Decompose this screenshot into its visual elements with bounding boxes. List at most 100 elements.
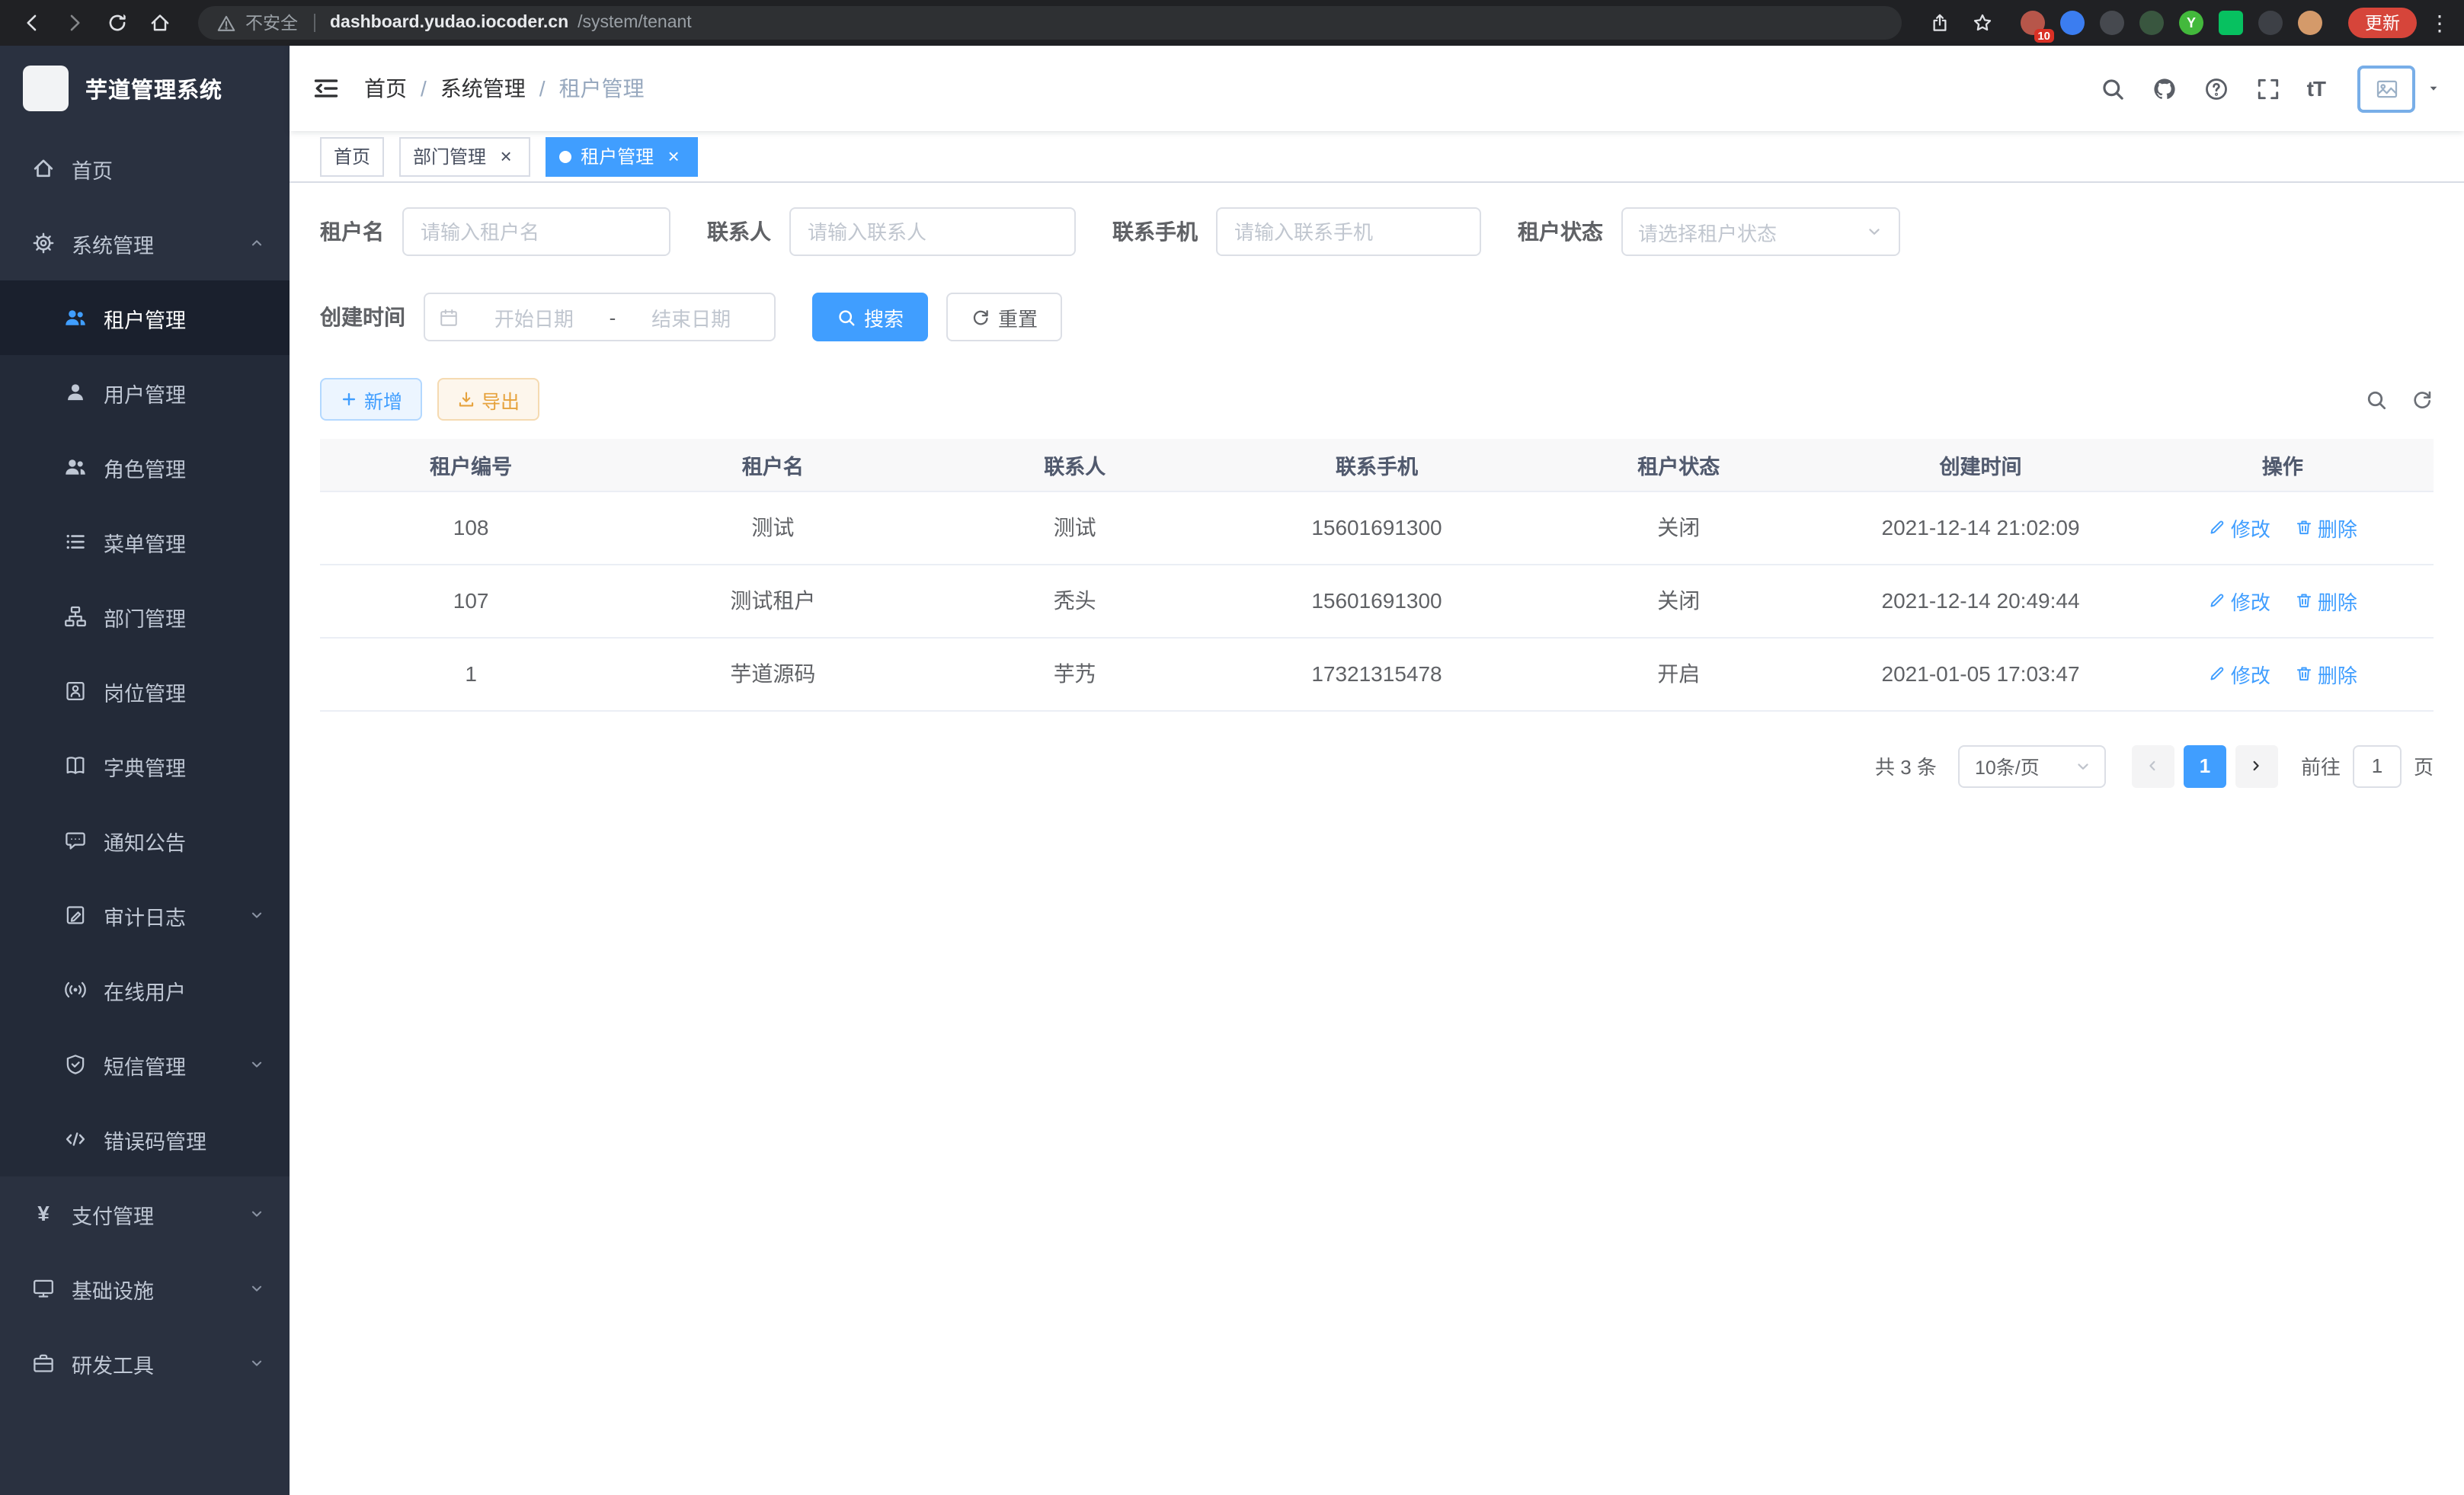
breadcrumb-item[interactable]: 首页 bbox=[364, 73, 407, 104]
tenant-name-input[interactable] bbox=[402, 207, 670, 256]
browser-update-button[interactable]: 更新 bbox=[2348, 8, 2417, 38]
fullscreen-icon[interactable] bbox=[2255, 75, 2281, 101]
phone-input[interactable] bbox=[1216, 207, 1481, 256]
url-path: /system/tenant bbox=[578, 14, 692, 32]
sidebar-item-tenant[interactable]: 租户管理 bbox=[0, 280, 290, 355]
search-button-label: 搜索 bbox=[864, 303, 904, 331]
sidebar-item-online-user[interactable]: 在线用户 bbox=[0, 952, 290, 1027]
back-icon[interactable] bbox=[12, 3, 52, 43]
extension-count-badge: 10 bbox=[2034, 28, 2054, 43]
refresh-table-icon[interactable] bbox=[2411, 388, 2434, 411]
sidebar-item-dict[interactable]: 字典管理 bbox=[0, 728, 290, 803]
collapse-sidebar-icon[interactable] bbox=[312, 75, 340, 102]
sidebar-item-pay[interactable]: ¥支付管理 bbox=[0, 1176, 290, 1251]
browser-home-icon[interactable] bbox=[140, 3, 180, 43]
search-button[interactable]: 搜索 bbox=[812, 293, 928, 341]
sidebar-item-audit-log[interactable]: 审计日志 bbox=[0, 878, 290, 952]
edit-link[interactable]: 修改 bbox=[2208, 659, 2270, 688]
sidebar-item-home[interactable]: 首页 bbox=[0, 131, 290, 206]
sidebar-item-menu[interactable]: 菜单管理 bbox=[0, 504, 290, 579]
tenant-name-field: 租户名 bbox=[320, 207, 670, 256]
browser-menu-icon[interactable]: ⋮ bbox=[2427, 10, 2452, 36]
sidebar-item-dept[interactable]: 部门管理 bbox=[0, 579, 290, 654]
tab-active-dot bbox=[559, 150, 571, 162]
help-icon[interactable] bbox=[2203, 75, 2229, 101]
address-bar[interactable]: 不安全 dashboard.yudao.iocoder.cn /system/t… bbox=[198, 6, 1902, 40]
sidebar-item-user[interactable]: 用户管理 bbox=[0, 355, 290, 430]
delete-link[interactable]: 删除 bbox=[2295, 586, 2357, 615]
extension-green-square-icon[interactable] bbox=[2219, 11, 2243, 35]
page-size-select[interactable]: 10条/页 bbox=[1958, 744, 2106, 787]
browser-profile-avatar-icon[interactable] bbox=[2298, 11, 2322, 35]
user-icon bbox=[64, 381, 87, 404]
breadcrumb-item[interactable]: 租户管理 bbox=[559, 73, 645, 104]
page-1-button[interactable]: 1 bbox=[2184, 744, 2226, 787]
search-icon[interactable] bbox=[2100, 75, 2126, 101]
tab-dept[interactable]: 部门管理× bbox=[399, 136, 530, 176]
extension-green-y-icon[interactable]: Y bbox=[2179, 11, 2203, 35]
add-button[interactable]: 新增 bbox=[320, 378, 422, 421]
app-logo: 芋道管理系统 bbox=[0, 46, 290, 131]
sidebar-item-infra[interactable]: 基础设施 bbox=[0, 1251, 290, 1326]
cell-name: 测试 bbox=[622, 491, 923, 564]
table-body: 108测试测试15601691300关闭2021-12-14 21:02:09修… bbox=[320, 491, 2434, 710]
chevron-down-icon bbox=[248, 1280, 265, 1297]
extension-colored-icon[interactable]: 10 bbox=[2021, 11, 2045, 35]
sidebar-item-dev-tool[interactable]: 研发工具 bbox=[0, 1326, 290, 1401]
sidebar-item-sms[interactable]: 短信管理 bbox=[0, 1027, 290, 1102]
github-icon[interactable] bbox=[2152, 75, 2178, 101]
delete-link[interactable]: 删除 bbox=[2295, 659, 2357, 688]
sidebar-item-error-code[interactable]: 错误码管理 bbox=[0, 1102, 290, 1176]
toggle-search-icon[interactable] bbox=[2365, 388, 2388, 411]
prev-page-button[interactable] bbox=[2132, 744, 2174, 787]
sidebar-item-label: 系统管理 bbox=[72, 228, 154, 258]
tab-close-icon[interactable]: × bbox=[495, 146, 517, 167]
extension-dark-ring-icon[interactable] bbox=[2100, 11, 2124, 35]
sidebar-item-role[interactable]: 角色管理 bbox=[0, 430, 290, 504]
tab-tenant[interactable]: 租户管理× bbox=[546, 136, 698, 176]
tab-close-icon[interactable]: × bbox=[663, 146, 684, 167]
reset-button[interactable]: 重置 bbox=[946, 293, 1062, 341]
export-button[interactable]: 导出 bbox=[437, 378, 539, 421]
tab-home[interactable]: 首页 bbox=[320, 136, 384, 176]
breadcrumb-item[interactable]: 系统管理 bbox=[440, 73, 526, 104]
next-page-button[interactable] bbox=[2235, 744, 2278, 787]
online-icon bbox=[64, 978, 87, 1001]
sidebar-item-system[interactable]: 系统管理 bbox=[0, 206, 290, 280]
trash-icon bbox=[2295, 518, 2313, 536]
extension-dark-icon[interactable] bbox=[2258, 11, 2283, 35]
sidebar-item-label: 通知公告 bbox=[104, 825, 186, 856]
delete-link[interactable]: 删除 bbox=[2295, 513, 2357, 542]
table-row: 1芋道源码芋艿17321315478开启2021-01-05 17:03:47修… bbox=[320, 637, 2434, 710]
edit-link[interactable]: 修改 bbox=[2208, 513, 2270, 542]
extension-blue-drop-icon[interactable] bbox=[2060, 11, 2085, 35]
extension-dark-green-icon[interactable] bbox=[2139, 11, 2164, 35]
trash-icon bbox=[2295, 591, 2313, 610]
goto-page-input[interactable] bbox=[2353, 744, 2402, 787]
tenant-status-select[interactable]: 请选择租户状态 bbox=[1621, 207, 1900, 256]
date-range-picker[interactable]: 开始日期 - 结束日期 bbox=[424, 293, 776, 341]
date-start-placeholder: 开始日期 bbox=[465, 303, 603, 331]
security-warning-icon[interactable] bbox=[216, 13, 236, 33]
phone-field: 联系手机 bbox=[1112, 207, 1481, 256]
tenant-table: 租户编号租户名联系人联系手机租户状态创建时间操作 108测试测试15601691… bbox=[320, 439, 2434, 711]
forward-icon[interactable] bbox=[55, 3, 94, 43]
sidebar-item-label: 字典管理 bbox=[104, 751, 186, 781]
reload-icon[interactable] bbox=[98, 3, 137, 43]
contact-input[interactable] bbox=[789, 207, 1076, 256]
edit-link[interactable]: 修改 bbox=[2208, 586, 2270, 615]
doc-icon bbox=[64, 904, 87, 927]
user-avatar[interactable] bbox=[2357, 65, 2441, 112]
share-icon[interactable] bbox=[1920, 3, 1960, 43]
main-area: 首页/系统管理/租户管理 tT 首页部门管理×租户管理× bbox=[290, 46, 2464, 1495]
total-count: 共 3 条 bbox=[1875, 751, 1937, 780]
sidebar-item-notice[interactable]: 通知公告 bbox=[0, 803, 290, 878]
cell-id: 107 bbox=[320, 564, 622, 637]
page-size-value: 10条/页 bbox=[1975, 751, 2074, 780]
date-end-placeholder: 结束日期 bbox=[622, 303, 760, 331]
status-field: 租户状态 请选择租户状态 bbox=[1518, 207, 1900, 256]
sidebar-item-post[interactable]: 岗位管理 bbox=[0, 654, 290, 728]
font-size-icon[interactable]: tT bbox=[2307, 76, 2325, 101]
logo-image bbox=[23, 66, 69, 111]
bookmark-star-icon[interactable] bbox=[1963, 3, 2002, 43]
